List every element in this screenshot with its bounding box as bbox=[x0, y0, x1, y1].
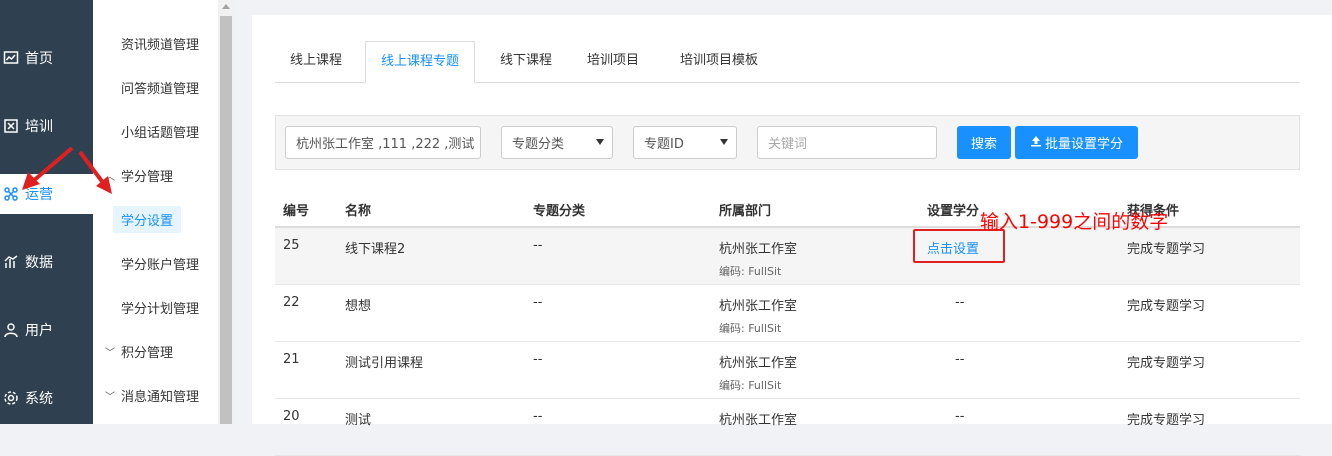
dropdown-caret-icon bbox=[596, 139, 604, 145]
table-row: 22 想想 -- 杭州张工作室 编码: FullSit -- 完成专题学习 bbox=[275, 284, 1300, 342]
cell-condition: 完成专题学习 bbox=[1119, 341, 1300, 399]
table-row: 20 测试 -- 杭州张工作室 -- 完成专题学习 bbox=[275, 398, 1300, 456]
tab-training-project-templates[interactable]: 培训项目模板 bbox=[665, 41, 773, 83]
nav-item-label: 系统 bbox=[25, 391, 53, 407]
dropdown-caret-icon bbox=[720, 139, 728, 145]
cell-condition: 完成专题学习 bbox=[1119, 284, 1300, 342]
department-code: 编码: FullSit bbox=[719, 265, 782, 278]
cell-set-credit: -- bbox=[919, 284, 1119, 342]
cell-category: -- bbox=[525, 284, 711, 342]
cell-category: -- bbox=[525, 227, 711, 285]
cell-set-credit: -- bbox=[919, 341, 1119, 399]
cell-id: 21 bbox=[275, 341, 337, 399]
chevron-down-icon: ﹀ bbox=[105, 391, 115, 403]
cell-department: 杭州张工作室 bbox=[711, 398, 919, 456]
keyword-input[interactable]: 关键词 bbox=[757, 126, 937, 159]
annotation-text: 输入1-999之间的数字 bbox=[980, 211, 1169, 233]
column-header-name: 名称 bbox=[337, 193, 525, 228]
cell-department: 杭州张工作室 编码: FullSit bbox=[711, 284, 919, 342]
tab-online-courses[interactable]: 线上课程 bbox=[275, 41, 357, 83]
cell-department: 杭州张工作室 编码: FullSit bbox=[711, 341, 919, 399]
nav-item-users[interactable]: 用户 bbox=[0, 310, 93, 350]
chevron-down-icon: ﹀ bbox=[105, 347, 115, 359]
nav-item-system[interactable]: 系统 bbox=[0, 378, 93, 418]
department-select[interactable]: 杭州张工作室 ,111 ,222 ,测试 bbox=[285, 126, 481, 159]
topic-category-select[interactable]: 专题分类 bbox=[501, 126, 613, 159]
annotation-arrows bbox=[22, 146, 112, 194]
gear-icon bbox=[2, 389, 20, 407]
cell-set-credit: -- bbox=[919, 398, 1119, 456]
column-header-id: 编号 bbox=[275, 193, 337, 228]
table-row: 25 线下课程2 -- 杭州张工作室 编码: FullSit 点击设置 完成专题学… bbox=[275, 227, 1300, 285]
cell-name: 想想 bbox=[337, 284, 525, 342]
tab-bar: 线上课程 线上课程专题 线下课程 培训项目 培训项目模板 bbox=[275, 41, 1300, 83]
table-row: 21 测试引用课程 -- 杭州张工作室 编码: FullSit -- 完成专题学习 bbox=[275, 341, 1300, 399]
department-code: 编码: FullSit bbox=[719, 321, 782, 335]
scroll-up-arrow-icon[interactable] bbox=[222, 4, 230, 9]
department-code: 编码: FullSit bbox=[719, 378, 782, 392]
cell-id: 25 bbox=[275, 227, 337, 285]
submenu-group-points[interactable]: ﹀ 积分管理 bbox=[93, 336, 218, 366]
tab-offline-courses[interactable]: 线下课程 bbox=[485, 41, 567, 83]
submenu-group-notifications[interactable]: ﹀ 消息通知管理 bbox=[93, 380, 218, 410]
cell-condition: 完成专题学习 bbox=[1119, 398, 1300, 456]
cell-name: 测试引用课程 bbox=[337, 341, 525, 399]
cell-name: 测试 bbox=[337, 398, 525, 456]
filter-bar: 杭州张工作室 ,111 ,222 ,测试 专题分类 专题ID 关键词 搜索 批量… bbox=[275, 115, 1300, 170]
cell-name: 线下课程2 bbox=[337, 227, 525, 285]
cell-category: -- bbox=[525, 398, 711, 456]
user-icon bbox=[2, 321, 20, 339]
upload-icon bbox=[1030, 135, 1042, 151]
tab-training-projects[interactable]: 培训项目 bbox=[572, 41, 654, 83]
column-header-department: 所属部门 bbox=[711, 193, 919, 228]
search-button[interactable]: 搜索 bbox=[957, 126, 1011, 159]
cell-id: 22 bbox=[275, 284, 337, 342]
nav-item-label: 用户 bbox=[25, 323, 53, 339]
submenu-item-credit-plan[interactable]: 学分计划管理 bbox=[93, 292, 218, 322]
cell-category: -- bbox=[525, 341, 711, 399]
topic-id-select[interactable]: 专题ID bbox=[633, 126, 737, 159]
main-panel: 线上课程 线上课程专题 线下课程 培训项目 培训项目模板 杭州张工作室 ,111… bbox=[252, 15, 1332, 456]
tab-online-course-topics[interactable]: 线上课程专题 bbox=[365, 41, 476, 83]
highlight-box bbox=[913, 229, 1005, 263]
scrollbar-thumb[interactable] bbox=[220, 16, 232, 424]
batch-set-credit-button[interactable]: 批量设置学分 bbox=[1015, 126, 1138, 159]
cell-department: 杭州张工作室 编码: FullSit bbox=[711, 227, 919, 285]
submenu-scrollbar[interactable] bbox=[218, 0, 234, 424]
cell-id: 20 bbox=[275, 398, 337, 456]
cell-condition: 完成专题学习 bbox=[1119, 227, 1300, 285]
column-header-category: 专题分类 bbox=[525, 193, 711, 228]
